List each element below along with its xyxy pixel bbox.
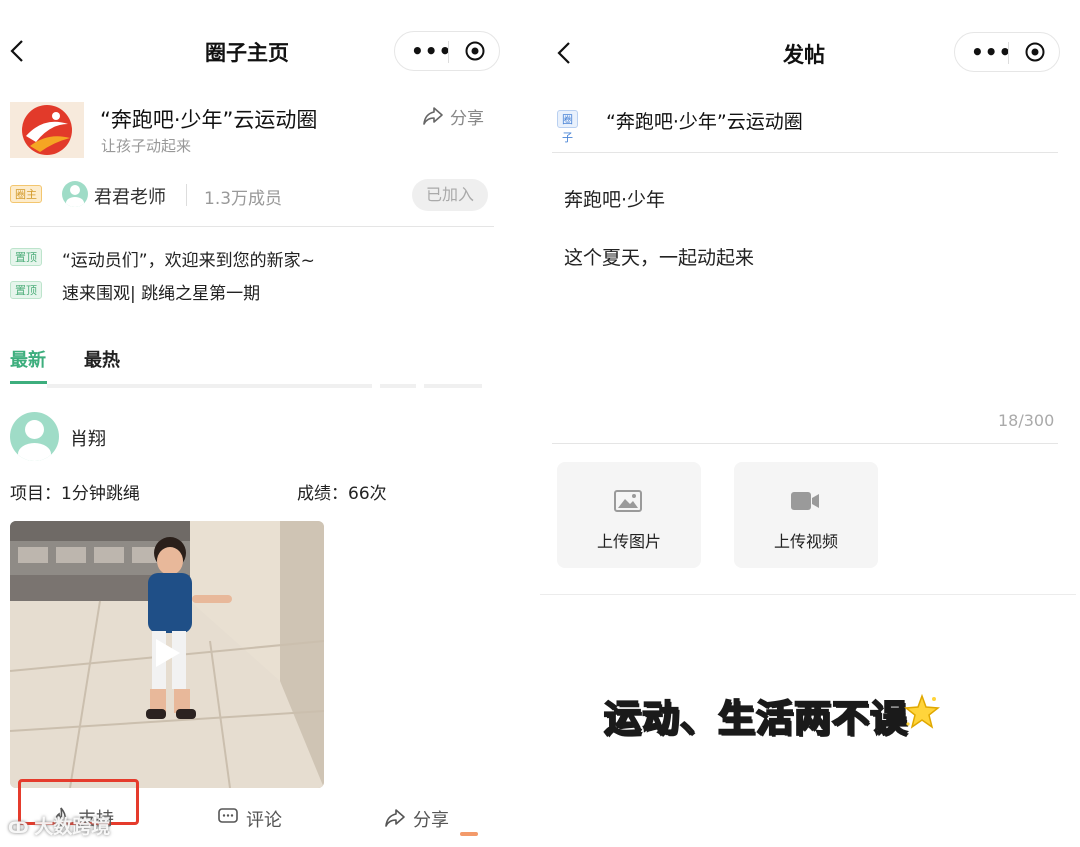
divider (552, 443, 1058, 444)
joined-button[interactable]: 已加入 (412, 179, 488, 211)
share-icon (385, 809, 405, 827)
post-body-input[interactable]: 这个夏天，一起动起来 (564, 243, 754, 270)
mini-program-capsule: ••• (954, 32, 1060, 72)
member-count[interactable]: 1.3万成员 (204, 184, 282, 209)
upload-image-label: 上传图片 (596, 532, 661, 551)
page-title: 圈子主页 (205, 41, 289, 65)
slogan-caption: 运动、生活两不误 (603, 688, 908, 742)
circle-tag: 圈子 (557, 110, 578, 144)
divider (540, 594, 1076, 595)
comment-label: 评论 (246, 810, 282, 831)
char-counter: 18/300 (998, 411, 1055, 430)
circle-name: “奔跑吧·少年”云运动圈 (606, 111, 803, 133)
divider (424, 384, 482, 388)
watermark-text: 大数跨境 (34, 816, 111, 838)
back-arrow-icon[interactable] (555, 40, 573, 66)
circle-name: “奔跑吧·少年”云运动圈 (100, 108, 318, 132)
share-icon (423, 107, 443, 125)
owner-name[interactable]: 君君老师 (94, 183, 166, 209)
close-target-icon[interactable] (1025, 42, 1045, 62)
pinned-tag: 置顶 (10, 281, 42, 299)
upload-video-label: 上传视频 (773, 532, 838, 551)
close-target-icon[interactable] (465, 41, 485, 61)
more-icon[interactable]: ••• (411, 41, 452, 61)
comment-icon (218, 808, 238, 823)
divider (186, 184, 187, 206)
watermark: ↀ 大数跨境 (8, 816, 111, 838)
page-title: 发帖 (783, 43, 825, 67)
tab-latest[interactable]: 最新 (10, 346, 46, 372)
mini-program-capsule: ••• (394, 31, 500, 71)
post-project: 项目：1分钟跳绳 (10, 484, 140, 504)
pinned-tag: 置顶 (10, 248, 42, 266)
video-camera-icon (791, 492, 819, 510)
sparkle-star-icon (904, 694, 940, 729)
divider (47, 384, 372, 388)
tab-hottest[interactable]: 最热 (84, 346, 120, 372)
play-icon[interactable] (145, 638, 173, 668)
slogan-text: 运动、生活两不误 (603, 696, 908, 741)
divider (10, 226, 494, 227)
author-name[interactable]: 肖翔 (70, 425, 106, 451)
post-score: 成绩：66次 (297, 484, 387, 504)
circle-subtitle: 让孩子动起来 (101, 137, 192, 155)
tab-indicator (10, 381, 47, 384)
divider (552, 152, 1058, 153)
share-label: 分享 (450, 109, 484, 129)
author-avatar[interactable] (10, 412, 59, 461)
divider (380, 384, 416, 388)
share-label: 分享 (413, 810, 449, 831)
back-arrow-icon[interactable] (8, 38, 26, 64)
circle-logo (10, 102, 84, 158)
more-icon[interactable]: ••• (971, 42, 1012, 62)
image-icon (614, 490, 642, 512)
post-title-input[interactable]: 奔跑吧·少年 (564, 185, 665, 212)
pinned-post[interactable]: 速来围观| 跳绳之星第一期 (62, 279, 260, 304)
owner-avatar (62, 181, 88, 207)
upload-video-button[interactable]: 上传视频 (734, 462, 878, 568)
pinned-post[interactable]: “运动员们”，欢迎来到您的新家~ (62, 246, 315, 271)
decorative-mark (460, 832, 478, 836)
owner-tag: 圈主 (10, 185, 42, 203)
upload-image-button[interactable]: 上传图片 (557, 462, 701, 568)
